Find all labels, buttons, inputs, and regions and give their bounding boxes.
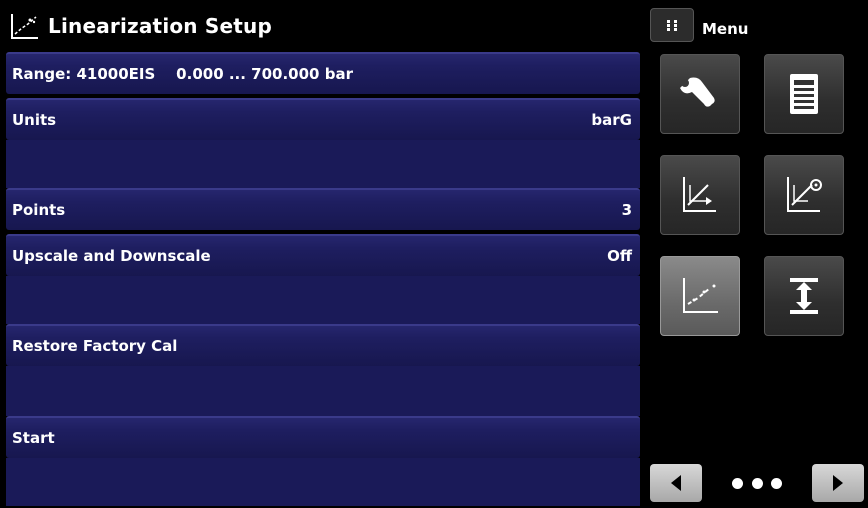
blank-row <box>6 366 640 416</box>
start-row[interactable]: Start <box>6 416 640 458</box>
calibration-tile[interactable] <box>660 155 740 235</box>
range-icon <box>790 278 818 314</box>
calibration-settings-tile[interactable] <box>764 155 844 235</box>
range-row[interactable]: Range: 41000EIS 0.000 ... 700.000 bar <box>6 52 640 94</box>
units-value: barG <box>591 111 632 129</box>
range-tile[interactable] <box>764 256 844 336</box>
tools-tile[interactable] <box>660 54 740 134</box>
restore-factory-cal-label: Restore Factory Cal <box>12 337 178 355</box>
page-dot <box>732 477 743 489</box>
arrow-right-icon <box>833 475 843 491</box>
points-label: Points <box>12 201 66 219</box>
page-header: Linearization Setup <box>0 0 640 52</box>
blank-row <box>6 140 640 188</box>
blank-row <box>6 276 640 324</box>
document-tile[interactable] <box>764 54 844 134</box>
start-label: Start <box>12 429 55 447</box>
document-icon <box>790 74 818 114</box>
calibration-settings-icon <box>787 177 822 212</box>
points-row[interactable]: Points 3 <box>6 188 640 230</box>
menu-button[interactable] <box>650 8 694 42</box>
range-label: Range: 41000EIS 0.000 ... 700.000 bar <box>12 65 353 83</box>
blank-row <box>6 458 640 506</box>
points-value: 3 <box>621 201 632 219</box>
menu-grid-icon <box>667 20 677 31</box>
arrow-left-icon <box>671 475 681 491</box>
menu-label: Menu <box>702 20 749 38</box>
linearization-tile[interactable] <box>660 256 740 336</box>
restore-factory-cal-row[interactable]: Restore Factory Cal <box>6 324 640 366</box>
linearization-icon <box>11 14 38 39</box>
page-dot <box>751 477 763 489</box>
next-page-button[interactable] <box>812 464 864 502</box>
units-row[interactable]: Units barG <box>6 98 640 140</box>
upscale-downscale-label: Upscale and Downscale <box>12 247 211 265</box>
previous-page-button[interactable] <box>650 464 702 502</box>
calibration-icon <box>683 177 716 212</box>
linearization-icon <box>683 278 718 313</box>
page-title: Linearization Setup <box>48 14 272 38</box>
units-label: Units <box>12 111 57 129</box>
page-dot <box>771 477 782 489</box>
page-indicator <box>732 474 782 492</box>
upscale-downscale-value: Off <box>607 247 632 265</box>
wrench-icon <box>680 77 715 107</box>
upscale-downscale-row[interactable]: Upscale and Downscale Off <box>6 234 640 276</box>
